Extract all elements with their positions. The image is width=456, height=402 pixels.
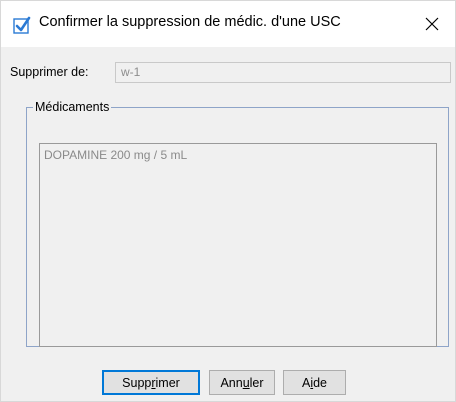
medications-group: Médicaments DOPAMINE 200 mg / 5 mL [26, 100, 449, 347]
cancel-button-label-pre: Ann [220, 375, 243, 390]
delete-from-field[interactable]: w-1 [115, 62, 451, 83]
close-button[interactable] [409, 1, 455, 47]
checkbox-checked-icon [13, 16, 31, 34]
list-item[interactable]: DOPAMINE 200 mg / 5 mL [44, 148, 187, 162]
help-button-label-pre: A [301, 375, 311, 390]
help-button-label-post: de [313, 375, 328, 390]
close-icon [425, 17, 439, 31]
delete-from-label: Supprimer de: [10, 65, 89, 79]
title-bar[interactable]: Confirmer la suppression de médic. d'une… [1, 1, 455, 47]
medications-list[interactable]: DOPAMINE 200 mg / 5 mL [39, 143, 437, 347]
delete-button[interactable]: Supp r imer [102, 370, 200, 395]
help-button[interactable]: Ai de [283, 370, 346, 395]
confirm-delete-dialog: Confirmer la suppression de médic. d'une… [0, 0, 456, 402]
delete-button-label-pre: Supp [122, 375, 152, 390]
cancel-button-label-post: ler [249, 375, 264, 390]
cancel-button[interactable]: Ann u ler [209, 370, 275, 395]
delete-button-label-post: imer [155, 375, 180, 390]
window-title: Confirmer la suppression de médic. d'une… [39, 14, 341, 30]
cancel-button-mnemonic: u [242, 375, 250, 390]
medications-group-label: Médicaments [35, 100, 110, 114]
